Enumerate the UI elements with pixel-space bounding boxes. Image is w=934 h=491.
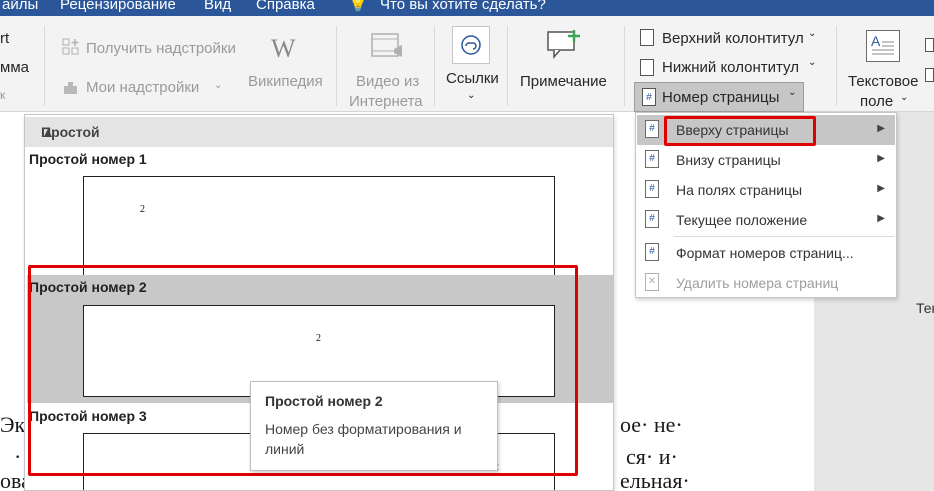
menu-item-label: Внизу страницы [676, 152, 781, 168]
ribbon: rt мма к Получить надстройки Мои надстро… [0, 16, 934, 112]
ribbon-separator [434, 26, 435, 106]
chevron-right-icon: ▶ [877, 183, 885, 194]
footer-icon [640, 59, 654, 76]
page-number-label: Номер страницы [662, 89, 780, 106]
textbox-button[interactable]: поле [860, 93, 893, 110]
ribbon-separator [507, 26, 508, 106]
menu-item-format-page-numbers[interactable]: # Формат номеров страниц... [637, 238, 895, 268]
page-bottom-icon: # [645, 150, 659, 168]
document-text: · [14, 444, 22, 469]
page-preview: 2 [83, 176, 555, 276]
chevron-down-icon[interactable]: ⌄ [900, 92, 908, 103]
tell-me-input[interactable]: Что вы хотите сделать? [380, 0, 546, 13]
document-text: ельная· [620, 468, 690, 491]
menu-help[interactable]: Справка [256, 0, 315, 13]
menu-item-current-position[interactable]: # Текущее положение ▶ [637, 205, 895, 235]
wikipedia-logo-icon: W [271, 34, 296, 63]
menu-view[interactable]: Вид [204, 0, 231, 13]
my-addins-icon [62, 78, 80, 96]
video-online-button[interactable]: Интернета [349, 93, 423, 110]
add-addin-icon [62, 38, 80, 56]
textbox-icon: A [866, 30, 900, 62]
links-icon [452, 26, 490, 64]
menu-bar: айлы Рецензирование Вид Справка 💡 Что вы… [0, 0, 934, 16]
menu-item-page-margins[interactable]: # На полях страницы ▶ [637, 175, 895, 205]
menu-item-remove-page-numbers[interactable]: ✕ Удалить номера страниц [637, 268, 895, 298]
document-text: ое· не· [620, 412, 683, 437]
chevron-right-icon: ▶ [877, 153, 885, 164]
chevron-down-icon[interactable]: ⌄ [808, 28, 816, 39]
format-numbers-icon: # [645, 243, 659, 261]
right-pane-label: Тек [916, 300, 934, 316]
tooltip-body: Номер без форматирования и линий [265, 421, 462, 457]
chevron-down-icon: ⌄ [788, 87, 797, 98]
highlight-box-submenu [664, 116, 816, 146]
ribbon-separator [44, 26, 45, 106]
video-icon [370, 31, 404, 61]
svg-text:A: A [871, 33, 881, 49]
menu-item-label: Формат номеров страниц... [676, 245, 854, 261]
page-margins-icon: # [645, 180, 659, 198]
quick-parts-icon [925, 38, 934, 52]
header-button[interactable]: Верхний колонтитул [662, 30, 804, 47]
header-icon [640, 29, 654, 46]
get-addins-button[interactable]: Получить надстройки [86, 40, 236, 57]
menu-file[interactable]: айлы [2, 0, 38, 13]
menu-item-label: Текущее положение [676, 212, 808, 228]
gallery-option-title: Простой номер 1 [29, 151, 147, 167]
scroll-up-icon[interactable]: ▲ [41, 124, 611, 140]
tooltip-title: Простой номер 2 [265, 393, 383, 409]
ribbon-separator [836, 26, 837, 106]
my-addins-button[interactable]: Мои надстройки [86, 79, 199, 96]
document-text: Эк [0, 412, 26, 437]
comment-button[interactable]: Примечание [520, 73, 607, 90]
textbox-label-1: Текстовое [848, 73, 919, 90]
wikipedia-button[interactable]: Википедия [248, 73, 323, 90]
page-number-icon: # [642, 88, 656, 106]
chevron-down-icon[interactable]: ⌄ [808, 57, 816, 68]
document-text: ся· и· [626, 444, 678, 469]
chevron-right-icon: ▶ [877, 123, 885, 134]
tooltip: Простой номер 2 Номер без форматирования… [250, 381, 498, 471]
ribbon-cut-label-1: rt [0, 30, 10, 47]
remove-numbers-icon: ✕ [645, 273, 659, 291]
page-number-sample: 2 [140, 204, 145, 215]
page-number-button[interactable]: # Номер страницы ⌄ [634, 82, 804, 112]
comment-icon [544, 26, 584, 62]
menu-item-label: Удалить номера страниц [676, 275, 839, 291]
gallery-section-header: Простой ▲ [25, 117, 613, 147]
ribbon-separator [336, 26, 337, 106]
wordart-icon [925, 68, 934, 82]
menu-separator [674, 236, 894, 237]
ribbon-cut-label-2: мма [0, 59, 29, 76]
video-label-1: Видео из [356, 73, 420, 90]
menu-review[interactable]: Рецензирование [60, 0, 176, 13]
ribbon-separator [624, 26, 625, 106]
lightbulb-icon: 💡 [348, 0, 368, 13]
links-button[interactable]: Ссылки [446, 70, 499, 87]
footer-button[interactable]: Нижний колонтитул [662, 59, 799, 76]
page-top-icon: # [645, 120, 659, 138]
chevron-right-icon: ▶ [877, 213, 885, 224]
ribbon-cut-label-3: к [0, 88, 6, 102]
chevron-down-icon[interactable]: ⌄ [467, 90, 475, 101]
menu-item-label: На полях страницы [676, 182, 803, 198]
chevron-down-icon[interactable]: ⌄ [214, 80, 222, 91]
menu-item-bottom-of-page[interactable]: # Внизу страницы ▶ [637, 145, 895, 175]
current-position-icon: # [645, 210, 659, 228]
